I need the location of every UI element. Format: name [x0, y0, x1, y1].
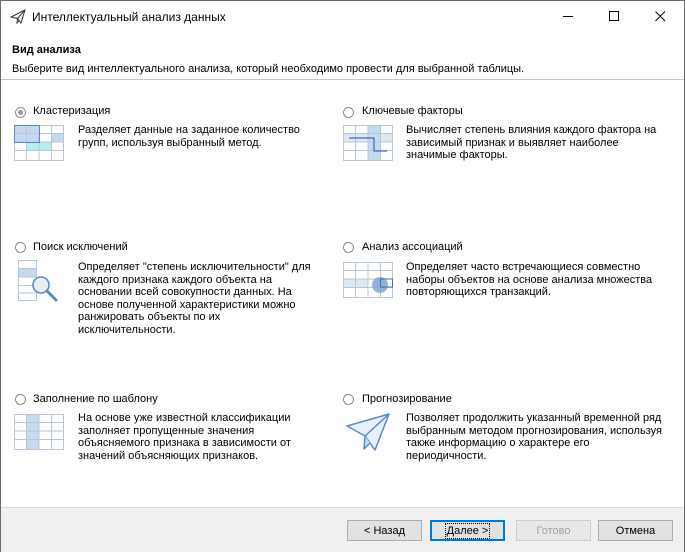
fill-template-grid-icon	[14, 414, 64, 458]
option-description: Определяет часто встречающиеся совместно…	[406, 261, 653, 298]
back-button[interactable]: < Назад	[347, 520, 422, 541]
magnifier-grid-icon	[18, 260, 68, 304]
option-label: Кластеризация	[33, 105, 111, 117]
association-grid-icon	[343, 262, 393, 306]
paper-plane-icon	[9, 9, 26, 25]
next-button[interactable]: Далее >	[430, 520, 505, 541]
maximize-button[interactable]	[592, 1, 638, 32]
radio-clustering[interactable]	[15, 107, 26, 118]
finish-button[interactable]: Готово	[516, 520, 591, 541]
option-label: Заполнение по шаблону	[33, 393, 158, 405]
paper-plane-icon	[345, 412, 395, 456]
wizard-header: Вид анализа Выберите вид интеллектуально…	[1, 32, 684, 80]
option-label: Прогнозирование	[362, 393, 452, 405]
analysis-options: Кластеризация Разделяет данные на заданн…	[1, 80, 684, 507]
option-label: Ключевые факторы	[362, 105, 463, 117]
maximize-icon	[609, 11, 619, 21]
radio-association-analysis[interactable]	[343, 242, 354, 253]
radio-key-factors[interactable]	[343, 107, 354, 118]
close-icon	[655, 11, 666, 22]
radio-fill-template[interactable]	[15, 394, 26, 405]
option-description: Вычисляет степень влияния каждого фактор…	[406, 124, 657, 161]
option-description: На основе уже известной классификации за…	[78, 412, 291, 462]
page-title: Вид анализа	[12, 44, 81, 56]
page-subtitle: Выберите вид интеллектуального анализа, …	[12, 63, 525, 75]
option-description: Определяет "степень исключительности" дл…	[78, 261, 311, 336]
minimize-icon	[563, 16, 573, 17]
window-title: Интеллектуальный анализ данных	[32, 10, 226, 24]
clustering-grid-icon	[14, 125, 64, 169]
cancel-button[interactable]: Отмена	[598, 520, 673, 541]
radio-forecasting[interactable]	[343, 394, 354, 405]
option-description: Позволяет продолжить указанный временной…	[406, 412, 662, 462]
radio-exceptions-search[interactable]	[15, 242, 26, 253]
wizard-footer: < Назад Далее > Готово Отмена	[1, 507, 684, 552]
minimize-button[interactable]	[546, 1, 592, 32]
option-label: Поиск исключений	[33, 241, 128, 253]
option-description: Разделяет данные на заданное количество …	[78, 124, 300, 149]
dialog-window: Интеллектуальный анализ данных Вид анали…	[0, 0, 685, 552]
key-factors-grid-icon	[343, 125, 393, 169]
close-button[interactable]	[638, 1, 684, 32]
title-bar[interactable]: Интеллектуальный анализ данных	[1, 1, 684, 32]
option-label: Анализ ассоциаций	[362, 241, 463, 253]
